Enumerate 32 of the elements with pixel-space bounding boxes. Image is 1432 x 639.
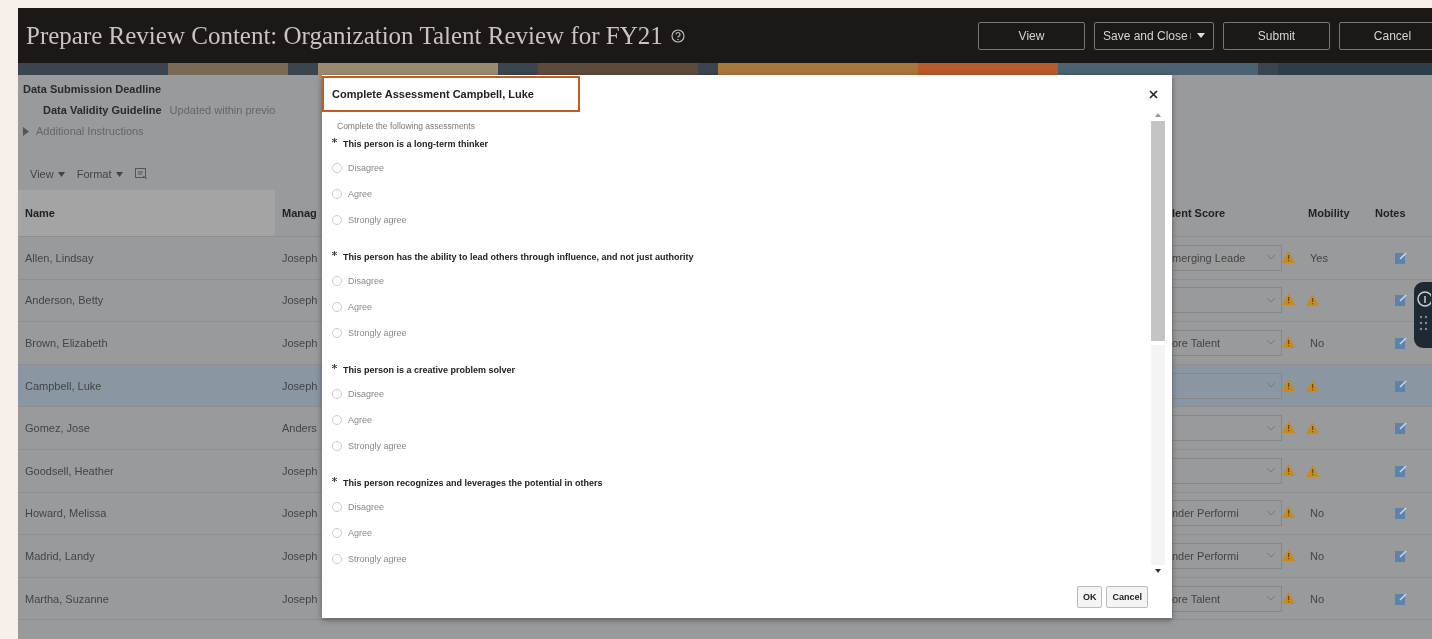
- manager-cell-text: Joseph: [281, 507, 319, 520]
- name-cell-text: Anderson, Betty: [24, 294, 105, 307]
- manager-cell-text: Joseph: [281, 337, 319, 349]
- manager-cell-text: Anders: [281, 422, 318, 435]
- dialog-title: Complete Assessment Campbell, Luke: [322, 76, 580, 112]
- manager-cell-text: Joseph: [281, 549, 319, 562]
- mobility-cell-text: No: [1309, 549, 1325, 562]
- mobility-cell-text: No: [1309, 592, 1325, 605]
- name-cell-text: Gomez, Jose: [24, 422, 91, 435]
- deadline-label: Data Submission Deadline: [23, 83, 162, 95]
- question-text: This person has the ability to lead others through influence, and not just authority: [343, 252, 694, 262]
- name-cell-text: Howard, Melissa: [24, 507, 108, 520]
- question-text: This person is a creative problem solver: [343, 365, 516, 375]
- name-cell-text: Martha, Suzanne: [24, 592, 110, 605]
- manager-cell-text: Joseph: [281, 251, 319, 264]
- name-cell-text: Goodsell, Heather: [24, 464, 115, 477]
- mobility-cell-text: No: [1309, 337, 1325, 349]
- dialog-subtitle: Complete the following assessments: [336, 121, 476, 131]
- manager-cell-text: Joseph: [281, 379, 319, 392]
- question-text: This person is a long-term thinker: [343, 139, 489, 149]
- mobility-cell-text: Yes: [1309, 251, 1328, 264]
- manager-cell-text: Joseph: [281, 464, 319, 477]
- name-cell-text: Madrid, Landy: [24, 549, 96, 562]
- page-title: Prepare Review Content: Organization Talent Review for FY21: [26, 21, 663, 50]
- mobility-cell-text: No: [1309, 507, 1325, 520]
- manager-cell-text: Joseph: [281, 592, 319, 605]
- manager-cell-text: Joseph: [281, 294, 319, 307]
- name-cell-text: Allen, Lindsay: [24, 251, 95, 264]
- name-cell-text: Brown, Elizabeth: [24, 337, 109, 349]
- question-text: This person recognizes and leverages the potential in others: [343, 478, 603, 488]
- name-cell-text: Campbell, Luke: [24, 379, 103, 392]
- guideline-label: Data Validity Guideline: [43, 104, 162, 116]
